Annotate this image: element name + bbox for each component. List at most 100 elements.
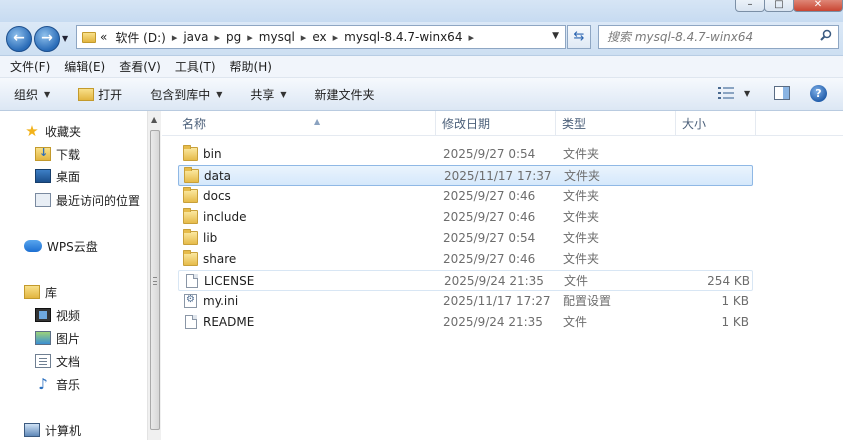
search-box[interactable] bbox=[598, 25, 839, 49]
file-row[interactable]: README 2025/9/24 21:35 文件 1 KB bbox=[178, 312, 753, 333]
title-bar: – □ ✕ bbox=[0, 0, 843, 22]
new-folder-button[interactable]: 新建文件夹 bbox=[315, 86, 375, 103]
window-controls: – □ ✕ bbox=[735, 0, 843, 12]
file-size bbox=[683, 144, 749, 165]
address-bar[interactable]: « 软件 (D:) ▸ java ▸ pg ▸ mysql ▸ ex ▸ mys… bbox=[76, 25, 566, 49]
column-header-date[interactable]: 修改日期 bbox=[436, 111, 556, 136]
file-name: LICENSE bbox=[204, 274, 255, 288]
column-size-label: 大小 bbox=[682, 117, 707, 131]
file-name: share bbox=[203, 252, 237, 266]
file-icon bbox=[185, 315, 197, 329]
nav-documents[interactable]: 文档 bbox=[35, 351, 80, 371]
close-button[interactable]: ✕ bbox=[793, 0, 843, 12]
file-row[interactable]: data 2025/11/17 17:37 文件夹 bbox=[178, 165, 753, 186]
chevron-right-icon[interactable]: ▸ bbox=[468, 31, 474, 44]
breadcrumb-java[interactable]: java bbox=[183, 30, 208, 44]
nav-pictures[interactable]: 图片 bbox=[35, 328, 80, 348]
breadcrumb-mysql[interactable]: mysql bbox=[259, 30, 295, 44]
menu-edit[interactable]: 编辑(E) bbox=[64, 58, 105, 75]
organize-button[interactable]: 组织 ▼ bbox=[14, 86, 50, 103]
column-header-size[interactable]: 大小 bbox=[676, 111, 756, 136]
chevron-right-icon[interactable]: ▸ bbox=[215, 31, 221, 44]
file-type: 文件夹 bbox=[563, 210, 600, 224]
breadcrumb-current[interactable]: mysql-8.4.7-winx64 bbox=[344, 30, 462, 44]
file-size bbox=[683, 207, 749, 228]
menu-tools[interactable]: 工具(T) bbox=[175, 58, 216, 75]
open-button[interactable]: 打开 bbox=[78, 86, 122, 103]
forward-button[interactable]: → bbox=[34, 26, 60, 52]
file-row[interactable]: my.ini 2025/11/17 17:27 配置设置 1 KB bbox=[178, 291, 753, 312]
file-size bbox=[683, 228, 749, 249]
navigation-scrollbar[interactable]: ▲ bbox=[147, 111, 161, 440]
chevron-right-icon[interactable]: ▸ bbox=[333, 31, 339, 44]
address-dropdown-icon[interactable]: ▼ bbox=[552, 31, 559, 41]
chevron-right-icon[interactable]: ▸ bbox=[301, 31, 307, 44]
computer-icon bbox=[24, 423, 40, 437]
menu-help[interactable]: 帮助(H) bbox=[230, 58, 272, 75]
nav-libraries-label: 库 bbox=[45, 285, 58, 300]
maximize-button[interactable]: □ bbox=[764, 0, 794, 12]
recent-pages-dropdown[interactable]: ▼ bbox=[62, 34, 68, 43]
nav-wps-cloud[interactable]: WPS云盘 bbox=[24, 236, 98, 256]
file-row[interactable]: LICENSE 2025/9/24 21:35 文件 254 KB bbox=[178, 270, 753, 291]
file-row[interactable]: include 2025/9/27 0:46 文件夹 bbox=[178, 207, 753, 228]
chevron-right-icon[interactable]: ▸ bbox=[172, 31, 178, 44]
preview-pane-icon[interactable] bbox=[774, 86, 790, 100]
breadcrumb-pg[interactable]: pg bbox=[226, 30, 241, 44]
file-row[interactable]: bin 2025/9/27 0:54 文件夹 bbox=[178, 144, 753, 165]
breadcrumb-drive[interactable]: 软件 (D:) bbox=[115, 29, 165, 46]
back-arrow-icon: ← bbox=[13, 30, 25, 46]
refresh-button[interactable]: ⇆ bbox=[567, 25, 591, 49]
menu-view[interactable]: 查看(V) bbox=[119, 58, 161, 75]
breadcrumb-ex[interactable]: ex bbox=[312, 30, 326, 44]
file-name: include bbox=[203, 210, 247, 224]
share-button[interactable]: 共享 ▼ bbox=[250, 86, 286, 103]
column-header-type[interactable]: 类型 bbox=[556, 111, 676, 136]
include-in-library-button[interactable]: 包含到库中 ▼ bbox=[150, 86, 222, 103]
new-folder-label: 新建文件夹 bbox=[314, 87, 375, 102]
back-button[interactable]: ← bbox=[6, 26, 32, 52]
search-icon[interactable] bbox=[820, 29, 832, 41]
include-in-library-label: 包含到库中 bbox=[150, 87, 211, 102]
file-date: 2025/9/27 0:54 bbox=[443, 231, 536, 245]
open-folder-icon bbox=[78, 87, 95, 101]
file-row[interactable]: lib 2025/9/27 0:54 文件夹 bbox=[178, 228, 753, 249]
nav-desktop[interactable]: 桌面 bbox=[35, 166, 80, 186]
search-input[interactable] bbox=[607, 26, 817, 48]
file-row[interactable]: docs 2025/9/27 0:46 文件夹 bbox=[178, 186, 753, 207]
folder-icon bbox=[183, 208, 198, 224]
column-header-name[interactable]: ▲ 名称 bbox=[176, 111, 436, 136]
nav-music[interactable]: ♪ 音乐 bbox=[35, 374, 80, 394]
view-options-dropdown-icon[interactable]: ▼ bbox=[744, 89, 750, 98]
nav-computer[interactable]: 计算机 bbox=[24, 420, 81, 440]
file-type: 文件夹 bbox=[563, 231, 600, 245]
nav-computer-label: 计算机 bbox=[45, 423, 82, 438]
nav-favorites[interactable]: ★ 收藏夹 bbox=[24, 121, 81, 141]
scroll-up-icon[interactable]: ▲ bbox=[151, 115, 157, 124]
file-date: 2025/9/27 0:46 bbox=[443, 252, 536, 266]
nav-libraries[interactable]: 库 bbox=[24, 282, 57, 302]
file-date: 2025/9/27 0:46 bbox=[443, 210, 536, 224]
desktop-icon bbox=[35, 169, 51, 183]
file-row[interactable]: share 2025/9/27 0:46 文件夹 bbox=[178, 249, 753, 270]
breadcrumb-overflow[interactable]: « bbox=[100, 30, 107, 44]
help-icon[interactable]: ? bbox=[810, 85, 827, 102]
nav-downloads-label: 下载 bbox=[56, 147, 81, 162]
view-options-icon[interactable] bbox=[718, 86, 734, 100]
minimize-button[interactable]: – bbox=[735, 0, 765, 12]
scrollbar-thumb[interactable] bbox=[150, 130, 160, 430]
nav-videos[interactable]: 视频 bbox=[35, 305, 80, 325]
chevron-down-icon: ▼ bbox=[44, 89, 51, 99]
music-icon: ♪ bbox=[38, 375, 48, 393]
navigation-pane: ★ 收藏夹 下载 桌面 最近访问的位置 WPS云盘 库 视频 图片 文档 ♪ 音… bbox=[0, 111, 147, 440]
nav-music-label: 音乐 bbox=[56, 377, 81, 392]
chevron-down-icon: ▼ bbox=[216, 89, 223, 99]
menu-file[interactable]: 文件(F) bbox=[10, 58, 50, 75]
file-size: 254 KB bbox=[707, 274, 750, 288]
folder-icon bbox=[183, 229, 198, 245]
nav-pictures-label: 图片 bbox=[56, 331, 81, 346]
nav-recent[interactable]: 最近访问的位置 bbox=[35, 190, 140, 210]
chevron-right-icon[interactable]: ▸ bbox=[247, 31, 253, 44]
share-label: 共享 bbox=[250, 87, 275, 102]
nav-downloads[interactable]: 下载 bbox=[35, 144, 80, 164]
